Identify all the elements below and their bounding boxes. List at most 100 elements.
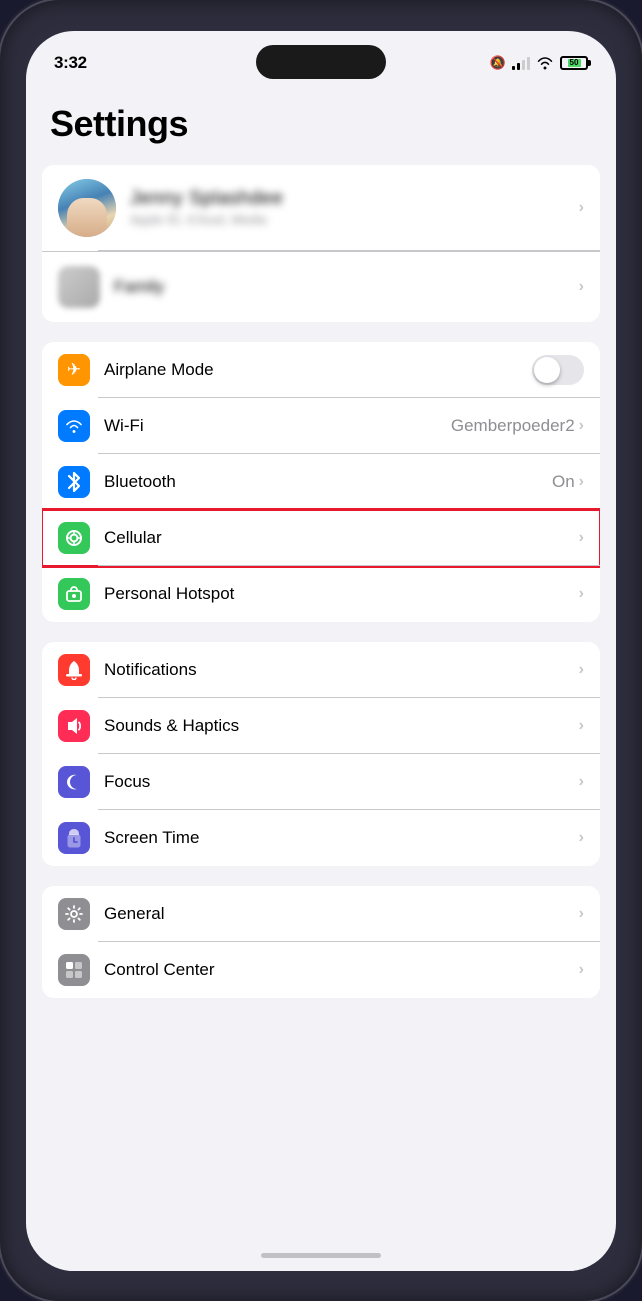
status-icons: 🔕 50 xyxy=(490,55,588,71)
general-chevron: › xyxy=(579,905,584,923)
airplane-mode-icon: ✈ xyxy=(58,354,90,386)
wifi-label: Wi-Fi xyxy=(104,416,144,436)
phone-screen: 3:32 🔕 50 xyxy=(26,31,616,1271)
notifications-row[interactable]: Notifications › xyxy=(42,642,600,698)
hotspot-chevron: › xyxy=(579,585,584,603)
focus-chevron: › xyxy=(579,773,584,791)
sounds-row[interactable]: Sounds & Haptics › xyxy=(42,698,600,754)
signal-bar-1 xyxy=(512,66,515,70)
bluetooth-chevron: › xyxy=(579,473,584,491)
airplane-icon-symbol: ✈ xyxy=(67,360,81,380)
screen-time-content: Screen Time › xyxy=(104,828,584,848)
bluetooth-status: On xyxy=(552,472,575,492)
notifications-icon xyxy=(65,660,83,680)
signal-bar-4 xyxy=(527,57,530,70)
profile-chevron: › xyxy=(579,199,584,217)
airplane-mode-toggle[interactable] xyxy=(532,355,584,385)
wifi-row-icon xyxy=(58,410,90,442)
gear-icon xyxy=(64,904,84,924)
family-avatar xyxy=(58,266,100,308)
screen-time-icon xyxy=(64,827,84,849)
screen-time-row[interactable]: Screen Time › xyxy=(42,810,600,866)
control-center-content: Control Center › xyxy=(104,960,584,980)
focus-row[interactable]: Focus › xyxy=(42,754,600,810)
profile-group: Jenny Splashdee Apple ID, iCloud, Media … xyxy=(42,165,600,322)
screen-time-row-icon xyxy=(58,822,90,854)
cellular-row[interactable]: Cellular › xyxy=(42,510,600,566)
general-row-icon xyxy=(58,898,90,930)
signal-bar-2 xyxy=(517,63,520,70)
notifications-group: Notifications › Sounds & Haptics › xyxy=(42,642,600,866)
dynamic-island xyxy=(256,45,386,79)
hotspot-row-icon xyxy=(58,578,90,610)
notifications-row-icon xyxy=(58,654,90,686)
general-group: General › Control xyxy=(42,886,600,998)
home-indicator xyxy=(261,1253,381,1258)
signal-bar-3 xyxy=(522,60,525,70)
wifi-icon xyxy=(64,418,84,434)
wifi-status-icon xyxy=(536,56,554,70)
family-row[interactable]: Family › xyxy=(42,251,600,322)
battery-icon: 50 xyxy=(560,56,588,70)
profile-subtitle: Apple ID, iCloud, Media xyxy=(130,212,579,227)
screen-time-chevron: › xyxy=(579,829,584,847)
general-row[interactable]: General › xyxy=(42,886,600,942)
sounds-icon xyxy=(64,716,84,736)
control-center-icon xyxy=(64,960,84,980)
wifi-value: Gemberpoeder2 › xyxy=(451,416,584,436)
sounds-content: Sounds & Haptics › xyxy=(104,716,584,736)
profile-avatar xyxy=(58,179,116,237)
sounds-label: Sounds & Haptics xyxy=(104,716,239,736)
control-center-label: Control Center xyxy=(104,960,215,980)
focus-row-icon xyxy=(58,766,90,798)
cellular-icon xyxy=(64,528,84,548)
bluetooth-label: Bluetooth xyxy=(104,472,176,492)
cellular-chevron: › xyxy=(579,529,584,547)
notifications-content: Notifications › xyxy=(104,660,584,680)
cellular-content: Cellular › xyxy=(104,528,584,548)
cellular-row-icon xyxy=(58,522,90,554)
hotspot-label: Personal Hotspot xyxy=(104,584,234,604)
control-center-chevron: › xyxy=(579,961,584,979)
wifi-content: Wi-Fi Gemberpoeder2 › xyxy=(104,416,584,436)
wifi-network-name: Gemberpoeder2 xyxy=(451,416,575,436)
notifications-label: Notifications xyxy=(104,660,197,680)
airplane-mode-label: Airplane Mode xyxy=(104,360,214,380)
control-center-row[interactable]: Control Center › xyxy=(42,942,600,998)
profile-name: Jenny Splashdee xyxy=(130,188,579,210)
bluetooth-row[interactable]: Bluetooth On › xyxy=(42,454,600,510)
general-label: General xyxy=(104,904,164,924)
mute-icon: 🔕 xyxy=(490,55,506,71)
scroll-content[interactable]: Settings Jenny Splashdee Apple ID, iClou… xyxy=(26,87,616,1241)
sounds-chevron: › xyxy=(579,717,584,735)
phone-frame: 3:32 🔕 50 xyxy=(0,0,642,1301)
page-title: Settings xyxy=(26,87,616,165)
wifi-chevron: › xyxy=(579,417,584,435)
focus-moon-icon xyxy=(64,772,84,792)
wifi-row[interactable]: Wi-Fi Gemberpoeder2 › xyxy=(42,398,600,454)
profile-info: Jenny Splashdee Apple ID, iCloud, Media xyxy=(130,188,579,227)
home-indicator-bar xyxy=(26,1241,616,1271)
family-chevron: › xyxy=(579,278,584,296)
airplane-mode-row[interactable]: ✈ Airplane Mode xyxy=(42,342,600,398)
general-content: General › xyxy=(104,904,584,924)
family-label: Family xyxy=(114,277,164,297)
bluetooth-value: On › xyxy=(552,472,584,492)
control-center-row-icon xyxy=(58,954,90,986)
hotspot-content: Personal Hotspot › xyxy=(104,584,584,604)
hotspot-row[interactable]: Personal Hotspot › xyxy=(42,566,600,622)
bluetooth-content: Bluetooth On › xyxy=(104,472,584,492)
bluetooth-icon xyxy=(67,471,81,493)
focus-content: Focus › xyxy=(104,772,584,792)
airplane-mode-content: Airplane Mode xyxy=(104,355,584,385)
connectivity-group: ✈ Airplane Mode xyxy=(42,342,600,622)
airplane-mode-toggle-thumb xyxy=(534,357,560,383)
status-time: 3:32 xyxy=(54,53,87,73)
hotspot-icon xyxy=(63,585,85,603)
cellular-label: Cellular xyxy=(104,528,162,548)
focus-label: Focus xyxy=(104,772,150,792)
screen-time-label: Screen Time xyxy=(104,828,199,848)
apple-id-row[interactable]: Jenny Splashdee Apple ID, iCloud, Media … xyxy=(42,165,600,251)
bluetooth-row-icon xyxy=(58,466,90,498)
sounds-row-icon xyxy=(58,710,90,742)
